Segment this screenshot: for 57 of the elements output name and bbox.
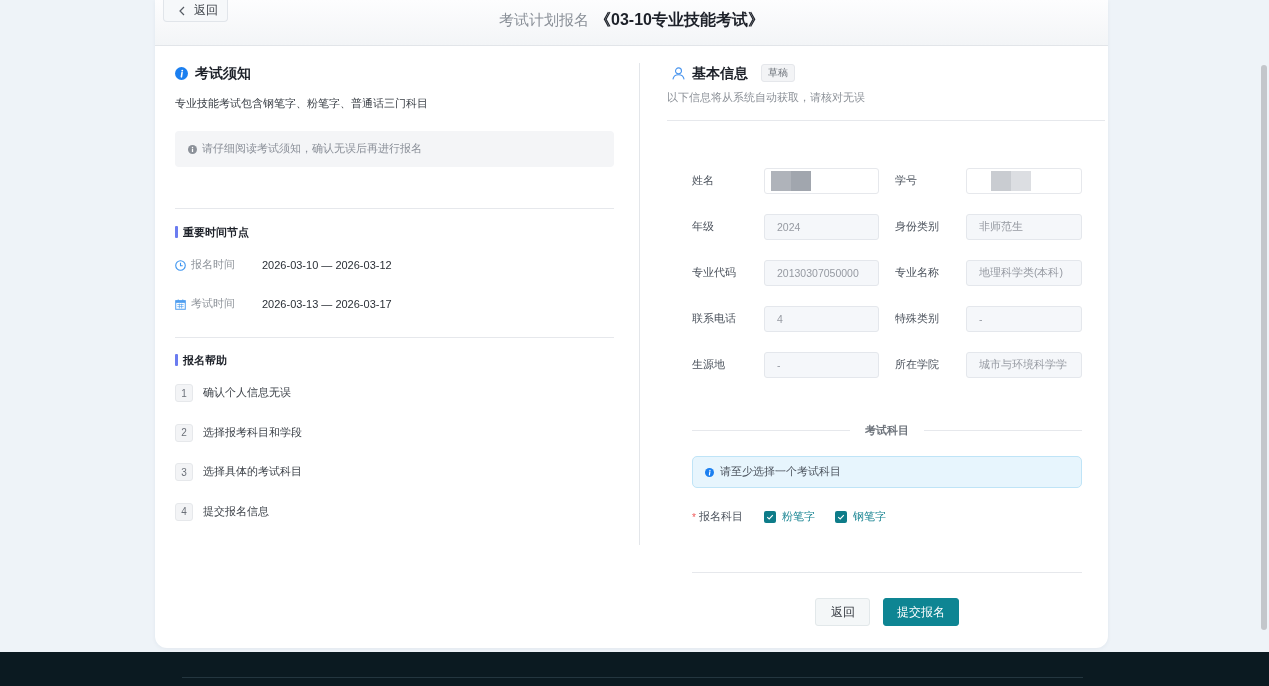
status-tag: 草稿	[761, 64, 795, 82]
checkbox-label[interactable]: 粉笔字	[782, 510, 815, 524]
checkbox-label[interactable]: 钢笔字	[853, 510, 886, 524]
input-field[interactable]	[764, 168, 879, 194]
section-title: 基本信息	[692, 64, 748, 83]
chevron-left-icon	[179, 5, 185, 16]
checkbox[interactable]	[835, 511, 847, 523]
step-number: 1	[175, 384, 193, 402]
section-title: 考试须知	[195, 64, 251, 83]
info-icon	[705, 467, 714, 477]
step-number: 3	[175, 463, 193, 481]
accent-bar-icon	[175, 354, 178, 366]
step-text: 选择报考科目和学段	[203, 425, 302, 440]
field-label: 专业代码	[692, 266, 737, 280]
info-icon	[175, 66, 188, 80]
step-number: 2	[175, 423, 193, 442]
field-label: 联系电话	[692, 312, 737, 326]
notice-description: 专业技能考试包含钢笔字、粉笔字、普通话三门科目	[175, 96, 429, 111]
field-label: 身份类别	[894, 220, 940, 234]
step-text: 提交报名信息	[203, 504, 269, 519]
field-label: 生源地	[692, 358, 726, 372]
info-icon	[188, 144, 197, 154]
accent-bar-icon	[175, 226, 178, 238]
back-button[interactable]: 返回	[815, 598, 870, 626]
time-label: 报名时间	[191, 258, 236, 272]
field-label: 所在学院	[894, 358, 940, 372]
step-text: 确认个人信息无误	[203, 386, 291, 400]
section-title: 重要时间节点	[183, 224, 249, 240]
time-value: 2026-03-10 — 2026-03-12	[262, 259, 392, 271]
redacted-mosaic	[771, 171, 811, 191]
back-button[interactable]: 返回	[163, 0, 228, 22]
page-title-prefix: 考试计划报名	[499, 10, 590, 30]
submit-button[interactable]: 提交报名	[883, 598, 959, 626]
input-field[interactable]	[966, 168, 1082, 194]
field-label: 学号	[894, 174, 918, 188]
divider-title: 考试科目	[865, 422, 909, 438]
section-title: 报名帮助	[183, 352, 227, 368]
field-label: 报名科目	[698, 510, 743, 524]
field-label: 姓名	[692, 174, 715, 188]
user-icon	[672, 66, 685, 80]
time-label: 考试时间	[191, 297, 236, 311]
alert-text: 请至少选择一个考试科目	[720, 465, 841, 479]
field-label: 特殊类别	[894, 312, 940, 326]
field-label: 年级	[692, 220, 715, 234]
step-text: 选择具体的考试科目	[203, 465, 302, 479]
time-value: 2026-03-13 — 2026-03-17	[262, 298, 392, 310]
redacted-mosaic	[991, 171, 1031, 191]
scrollbar-thumb[interactable]	[1261, 65, 1267, 630]
page-title: 《03-10专业技能考试》	[595, 10, 764, 30]
required-mark: *	[692, 511, 696, 523]
checkbox[interactable]	[764, 511, 776, 523]
tip-text: 请仔细阅读考试须知，确认无误后再进行报名	[202, 142, 422, 156]
field-label: 专业名称	[894, 266, 940, 280]
section-subtitle: 以下信息将从系统自动获取，请核对无误	[667, 90, 866, 104]
calendar-icon	[175, 298, 186, 310]
clock-icon	[175, 259, 186, 271]
step-number: 4	[175, 502, 193, 521]
